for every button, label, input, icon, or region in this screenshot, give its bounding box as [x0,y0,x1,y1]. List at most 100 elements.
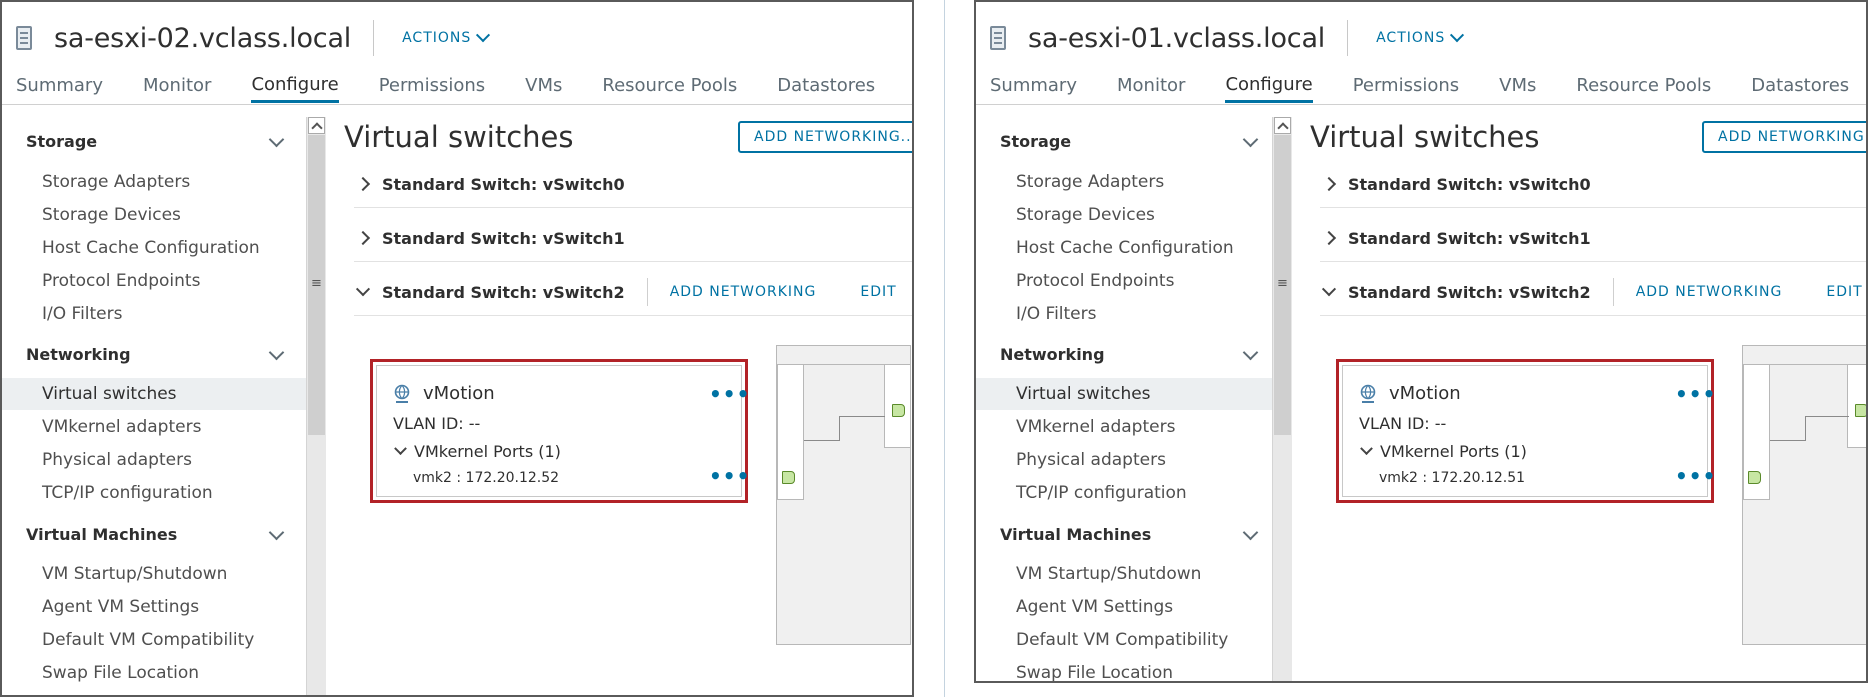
sidebar-section-networking[interactable]: Networking [1000,344,1262,364]
portgroup-block [1743,364,1770,500]
sidebar-scrollbar[interactable]: ≡ [1272,117,1292,681]
sidebar-item-agent-vm-settings[interactable]: Agent VM Settings [976,591,1282,623]
tab-configure[interactable]: Configure [251,68,339,103]
vmkernel-adapter-entry: vmk2 : 172.20.12.51 [1379,470,1526,486]
switch-row-vswitch2[interactable]: Standard Switch: vSwitch2 ADD NETWORKING… [1320,269,1866,316]
switch-row-vswitch0[interactable]: Standard Switch: vSwitch0 [354,161,912,208]
sidebar-item-swap-file[interactable]: Swap File Location [976,657,1282,681]
sidebar-item-storage-devices[interactable]: Storage Devices [2,199,308,231]
sidebar-section-storage[interactable]: Storage [26,131,288,151]
switch-actions: ADD NETWORKING EDIT [646,278,897,306]
portgroup-card-inner: vMotion ••• VLAN ID: -- VMkernel Ports (… [1342,365,1715,497]
virtual-switches-pane: Virtual switches ADD NETWORKING... Stand… [344,117,912,695]
host-header: sa-esxi-01.vclass.local ACTIONS [990,18,1465,58]
sidebar-item-swap-file[interactable]: Swap File Location [2,657,308,689]
sidebar-section-virtual-machines[interactable]: Virtual Machines [1000,524,1262,544]
sidebar-item-storage-adapters[interactable]: Storage Adapters [2,166,308,198]
sidebar-item-vm-startup[interactable]: VM Startup/Shutdown [2,558,308,590]
sidebar-item-physical-adapters[interactable]: Physical adapters [976,444,1282,476]
actions-menu-button[interactable]: ACTIONS [1376,28,1465,46]
edit-link[interactable]: EDIT [1826,284,1862,300]
sidebar-item-protocol-endpoints[interactable]: Protocol Endpoints [2,265,308,297]
tab-summary[interactable]: Summary [16,68,103,103]
switch-topology-diagram [776,345,911,645]
tab-resource-pools[interactable]: Resource Pools [1576,68,1711,103]
actions-menu-button[interactable]: ACTIONS [402,28,491,46]
chevron-down-icon [268,344,285,361]
portgroup-card-vmotion[interactable]: vMotion ••• VLAN ID: -- VMkernel Ports (… [370,359,750,503]
tab-summary[interactable]: Summary [990,68,1077,103]
sidebar-item-storage-adapters[interactable]: Storage Adapters [976,166,1282,198]
uplink-block [1847,364,1866,448]
scroll-up-button[interactable] [308,117,325,134]
switch-row-vswitch0[interactable]: Standard Switch: vSwitch0 [1320,161,1866,208]
uplink-port-icon [1855,404,1866,417]
tab-datastores[interactable]: Datastores [777,68,875,103]
tab-monitor[interactable]: Monitor [143,68,211,103]
tab-monitor[interactable]: Monitor [1117,68,1185,103]
vmkernel-ports-toggle[interactable]: VMkernel Ports (1) [393,442,561,461]
sidebar-item-vmkernel-adapters[interactable]: VMkernel adapters [2,411,308,443]
sidebar-item-physical-adapters[interactable]: Physical adapters [2,444,308,476]
uplink-port-icon [892,404,905,417]
switch-row-vswitch2[interactable]: Standard Switch: vSwitch2 ADD NETWORKING… [354,269,912,316]
tab-bar: Summary Monitor Configure Permissions VM… [976,68,1866,105]
tab-datastores[interactable]: Datastores [1751,68,1849,103]
chevron-down-icon [268,131,285,148]
sidebar-section-networking[interactable]: Networking [26,344,288,364]
sidebar-item-storage-devices[interactable]: Storage Devices [976,199,1282,231]
sidebar-item-io-filters[interactable]: I/O Filters [2,298,308,330]
chevron-down-icon [268,524,285,541]
sidebar-item-virtual-switches[interactable]: Virtual switches [976,378,1282,410]
diagram-header [777,346,910,365]
add-networking-button[interactable]: ADD NETWORKING... [738,121,912,153]
chevron-down-icon [476,28,491,43]
portgroup-card-vmotion[interactable]: vMotion ••• VLAN ID: -- VMkernel Ports (… [1336,359,1715,503]
header-divider [1347,20,1349,56]
sidebar-item-tcpip-configuration[interactable]: TCP/IP configuration [976,477,1282,509]
vmkernel-ports-toggle[interactable]: VMkernel Ports (1) [1359,442,1527,461]
sidebar-item-host-cache[interactable]: Host Cache Configuration [2,232,308,264]
add-networking-link[interactable]: ADD NETWORKING [1636,284,1783,300]
sidebar-item-default-vm-compat[interactable]: Default VM Compatibility [976,624,1282,656]
connector-line [1770,440,1805,441]
host-header: sa-esxi-02.vclass.local ACTIONS [16,18,491,58]
switch-row-vswitch1[interactable]: Standard Switch: vSwitch1 [354,215,912,262]
sidebar-item-host-cache[interactable]: Host Cache Configuration [976,232,1282,264]
edit-link[interactable]: EDIT [860,284,896,300]
vmk-more-icon[interactable]: ••• [709,466,750,486]
chevron-down-icon [1360,442,1373,456]
sidebar-item-io-filters[interactable]: I/O Filters [976,298,1282,330]
chevron-right-icon [355,230,371,246]
chevron-down-icon [1450,28,1465,43]
switch-row-vswitch1[interactable]: Standard Switch: vSwitch1 [1320,215,1866,262]
portgroup-name: vMotion [423,383,495,404]
sidebar-section-storage[interactable]: Storage [1000,131,1262,151]
vmk-more-icon[interactable]: ••• [1675,466,1716,486]
sidebar-item-tcpip-configuration[interactable]: TCP/IP configuration [2,477,308,509]
scroll-up-button[interactable] [1274,117,1291,134]
sidebar-scrollbar[interactable]: ≡ [306,117,326,695]
chevron-down-icon [1242,344,1259,361]
connector-line [839,416,840,441]
diagram-header [1743,346,1866,365]
sidebar-item-agent-vm-settings[interactable]: Agent VM Settings [2,591,308,623]
sidebar-item-vm-startup[interactable]: VM Startup/Shutdown [976,558,1282,590]
portgroup-more-icon[interactable]: ••• [709,384,750,404]
sidebar-section-virtual-machines[interactable]: Virtual Machines [26,524,288,544]
sidebar-item-default-vm-compat[interactable]: Default VM Compatibility [2,624,308,656]
add-networking-link[interactable]: ADD NETWORKING [670,284,817,300]
portgroup-more-icon[interactable]: ••• [1675,384,1716,404]
tab-permissions[interactable]: Permissions [1353,68,1459,103]
sidebar-item-protocol-endpoints[interactable]: Protocol Endpoints [976,265,1282,297]
chevron-down-icon [1321,282,1337,297]
tab-permissions[interactable]: Permissions [379,68,485,103]
sidebar-item-vmkernel-adapters[interactable]: VMkernel adapters [976,411,1282,443]
panel-divider [944,0,945,697]
add-networking-button[interactable]: ADD NETWORKING... [1702,121,1866,153]
sidebar-item-virtual-switches[interactable]: Virtual switches [2,378,308,410]
tab-configure[interactable]: Configure [1225,68,1313,103]
tab-vms[interactable]: VMs [525,68,562,103]
tab-vms[interactable]: VMs [1499,68,1536,103]
tab-resource-pools[interactable]: Resource Pools [602,68,737,103]
